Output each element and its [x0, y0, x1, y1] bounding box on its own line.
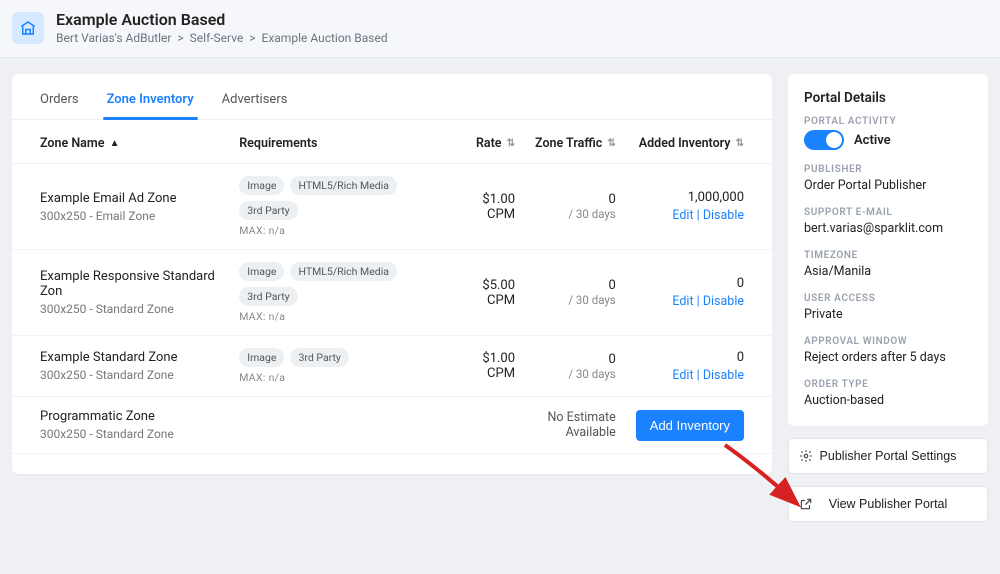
sort-icon: ⇅	[507, 138, 515, 149]
requirement-chips: Image HTML5/Rich Media 3rd Party	[239, 176, 435, 220]
label-activity: PORTAL ACTIVITY	[804, 116, 972, 127]
max-line: MAX: n/a	[239, 310, 435, 323]
zone-name: Example Standard Zone	[40, 350, 219, 365]
disable-link[interactable]: Disable	[703, 208, 744, 223]
edit-link[interactable]: Edit	[672, 294, 693, 309]
chip: 3rd Party	[239, 287, 297, 306]
chip: Image	[239, 176, 284, 195]
tab-zone-inventory[interactable]: Zone Inventory	[107, 92, 194, 119]
label-access: USER ACCESS	[804, 293, 972, 304]
portal-details-panel: Portal Details PORTAL ACTIVITY Active PU…	[788, 74, 988, 426]
chip: HTML5/Rich Media	[290, 176, 397, 195]
requirement-chips: Image 3rd Party	[239, 348, 435, 367]
sort-icon: ⇅	[607, 138, 615, 149]
traffic-value: 0	[535, 192, 616, 207]
chip: Image	[239, 262, 284, 281]
inventory-value: 0	[636, 276, 744, 291]
zone-subtitle: 300x250 - Standard Zone	[40, 368, 219, 382]
label-ordertype: ORDER TYPE	[804, 379, 972, 390]
edit-link[interactable]: Edit	[672, 368, 693, 383]
table-row: Programmatic Zone 300x250 - Standard Zone…	[12, 397, 772, 454]
page-header: Example Auction Based Bert Varias's AdBu…	[0, 0, 1000, 58]
zone-subtitle: 300x250 - Standard Zone	[40, 427, 219, 441]
activity-toggle[interactable]	[804, 130, 844, 150]
value-timezone: Asia/Manila	[804, 264, 972, 279]
tab-orders[interactable]: Orders	[40, 92, 79, 119]
traffic-value: 0	[535, 352, 616, 367]
zone-name: Example Responsive Standard Zon	[40, 269, 219, 299]
table-row: Example Standard Zone 300x250 - Standard …	[12, 336, 772, 397]
breadcrumb: Bert Varias's AdButler > Self-Serve > Ex…	[56, 31, 388, 45]
value-approval: Reject orders after 5 days	[804, 350, 972, 365]
label-support: SUPPORT E-MAIL	[804, 207, 972, 218]
zone-table: Zone Name ▲ Requirements Rate ⇅ Zone Tra…	[12, 120, 772, 454]
breadcrumb-item[interactable]: Bert Varias's AdButler	[56, 31, 171, 45]
breadcrumb-item: Example Auction Based	[262, 31, 388, 45]
traffic-period: / 30 days	[535, 367, 616, 381]
zone-subtitle: 300x250 - Standard Zone	[40, 302, 219, 316]
col-rate[interactable]: Rate ⇅	[446, 120, 525, 164]
rate-value: $1.00 CPM	[482, 351, 515, 381]
chip: HTML5/Rich Media	[290, 262, 397, 281]
page-title: Example Auction Based	[56, 10, 388, 29]
max-line: MAX: n/a	[239, 224, 435, 237]
view-publisher-portal-button[interactable]: View Publisher Portal	[788, 486, 988, 522]
breadcrumb-item[interactable]: Self-Serve	[190, 31, 244, 45]
label-publisher: PUBLISHER	[804, 164, 972, 175]
gear-icon	[799, 449, 813, 463]
rate-value: $5.00 CPM	[482, 278, 515, 308]
portal-icon	[12, 12, 44, 44]
sort-icon: ⇅	[736, 138, 744, 149]
zone-name: Example Email Ad Zone	[40, 191, 219, 206]
sort-asc-icon: ▲	[110, 138, 120, 149]
tab-advertisers[interactable]: Advertisers	[222, 92, 288, 119]
value-publisher: Order Portal Publisher	[804, 178, 972, 193]
activity-value: Active	[854, 133, 891, 148]
main-panel: Orders Zone Inventory Advertisers Zone N…	[12, 74, 772, 474]
traffic-value: 0	[535, 278, 616, 293]
rate-value: $1.00 CPM	[482, 192, 515, 222]
zone-name: Programmatic Zone	[40, 409, 219, 424]
publisher-portal-settings-button[interactable]: Publisher Portal Settings	[788, 438, 988, 474]
col-zone-name[interactable]: Zone Name ▲	[12, 120, 229, 164]
chip: Image	[239, 348, 284, 367]
traffic-period: / 30 days	[535, 293, 616, 307]
label-approval: APPROVAL WINDOW	[804, 336, 972, 347]
add-inventory-button[interactable]: Add Inventory	[636, 410, 744, 441]
col-inventory[interactable]: Added Inventory ⇅	[626, 120, 772, 164]
inventory-value: 0	[636, 350, 744, 365]
value-ordertype: Auction-based	[804, 393, 972, 408]
table-row: Example Responsive Standard Zon 300x250 -…	[12, 250, 772, 336]
table-row: Example Email Ad Zone 300x250 - Email Zon…	[12, 164, 772, 250]
disable-link[interactable]: Disable	[703, 368, 744, 383]
max-line: MAX: n/a	[239, 371, 435, 384]
requirement-chips: Image HTML5/Rich Media 3rd Party	[239, 262, 435, 306]
portal-details-title: Portal Details	[804, 90, 972, 106]
disable-link[interactable]: Disable	[703, 294, 744, 309]
traffic-period: / 30 days	[535, 207, 616, 221]
zone-subtitle: 300x250 - Email Zone	[40, 209, 219, 223]
edit-link[interactable]: Edit	[672, 208, 693, 223]
label-timezone: TIMEZONE	[804, 250, 972, 261]
value-access: Private	[804, 307, 972, 322]
inventory-value: 1,000,000	[636, 190, 744, 205]
tab-bar: Orders Zone Inventory Advertisers	[12, 74, 772, 120]
chip: 3rd Party	[290, 348, 348, 367]
col-traffic[interactable]: Zone Traffic ⇅	[525, 120, 626, 164]
chip: 3rd Party	[239, 201, 297, 220]
col-requirements[interactable]: Requirements	[229, 120, 445, 164]
external-link-icon	[799, 497, 813, 511]
value-support: bert.varias@sparklit.com	[804, 221, 972, 236]
no-estimate: No EstimateAvailable	[535, 410, 616, 440]
